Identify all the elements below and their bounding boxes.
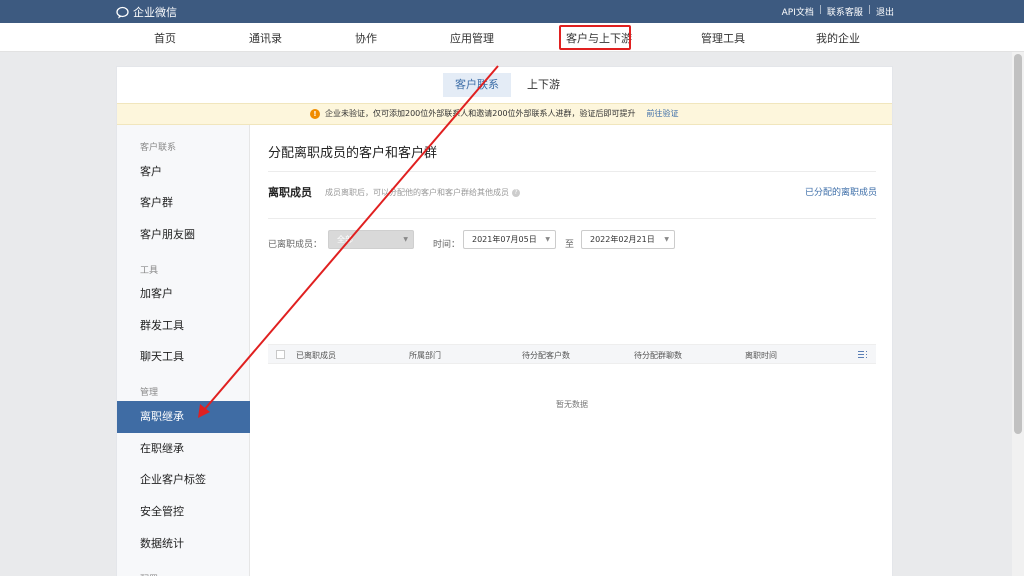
- start-date-picker[interactable]: 2021年07月05日 ▼: [463, 230, 556, 249]
- sidebar-item-moments[interactable]: 客户朋友圈: [117, 220, 250, 250]
- sidebar-item-customers[interactable]: 客户: [117, 157, 250, 187]
- section-description: 成员离职后，可以分配他的客户和客户群给其他成员 ?: [325, 187, 520, 198]
- brand[interactable]: 企业微信: [116, 4, 177, 20]
- chevron-down-icon: ▼: [403, 236, 408, 243]
- section-title: 离职成员: [268, 186, 312, 199]
- col-resign-time: 离职时间: [745, 351, 777, 360]
- top-links: API文档 | 联系客服 | 退出: [782, 5, 894, 18]
- divider: |: [867, 5, 871, 15]
- main-nav: 首页 通讯录 协作 应用管理 客户与上下游 管理工具 我的企业: [0, 23, 1024, 52]
- start-date-value: 2021年07月05日: [472, 235, 537, 244]
- to-label: 至: [565, 240, 575, 250]
- select-all-checkbox[interactable]: [276, 350, 285, 359]
- wecom-logo-icon: [116, 6, 129, 18]
- nav-my-enterprise[interactable]: 我的企业: [816, 30, 860, 46]
- logout-link[interactable]: 退出: [876, 5, 894, 18]
- verify-link[interactable]: 前往验证: [647, 104, 679, 124]
- section-desc-text: 成员离职后，可以分配他的客户和客户群给其他成员: [325, 188, 509, 197]
- sidebar-item-add-customer[interactable]: 加客户: [117, 279, 250, 309]
- time-filter-label: 时间：: [433, 240, 461, 250]
- member-select-value: 全部: [337, 235, 353, 244]
- chevron-down-icon: ▼: [664, 236, 669, 243]
- member-filter-label: 已离职成员：: [268, 240, 323, 250]
- nav-home[interactable]: 首页: [154, 30, 176, 46]
- sidebar-item-onjob-inheritance[interactable]: 在职继承: [117, 434, 250, 464]
- member-select[interactable]: 全部 ▼: [328, 230, 414, 249]
- nav-app-management[interactable]: 应用管理: [450, 30, 494, 46]
- sidebar-group-customer-contact: 客户联系: [140, 143, 177, 153]
- sidebar-item-customer-tags[interactable]: 企业客户标签: [117, 465, 250, 495]
- sidebar-group-tools: 工具: [140, 266, 159, 276]
- end-date-value: 2022年02月21日: [590, 235, 655, 244]
- tab-bar: 客户联系 上下游: [117, 67, 892, 104]
- col-pending-customers: 待分配客户数: [522, 351, 570, 360]
- chevron-down-icon: ▼: [545, 236, 550, 243]
- end-date-picker[interactable]: 2022年02月21日 ▼: [581, 230, 675, 249]
- tab-upstream-downstream[interactable]: 上下游: [515, 73, 572, 97]
- divider: [268, 171, 876, 172]
- assigned-members-link[interactable]: 已分配的离职成员: [805, 185, 877, 198]
- sidebar-item-broadcast[interactable]: 群发工具: [117, 311, 250, 341]
- empty-state: 暂无数据: [556, 400, 588, 409]
- top-bar: 企业微信 API文档 | 联系客服 | 退出: [0, 0, 1024, 23]
- sidebar-group-config: 配置: [140, 572, 158, 576]
- sidebar: 客户联系 客户 客户群 客户朋友圈 工具 加客户 群发工具 聊天工具 管理 离职…: [117, 125, 250, 576]
- highlight-box: [559, 25, 631, 50]
- nav-collaboration[interactable]: 协作: [355, 30, 377, 46]
- col-resigned-member: 已离职成员: [296, 351, 336, 360]
- tab-customer-contact[interactable]: 客户联系: [443, 73, 511, 97]
- sidebar-item-statistics[interactable]: 数据统计: [117, 529, 250, 559]
- contact-support-link[interactable]: 联系客服: [827, 5, 863, 18]
- verification-notice: ! 企业未验证，仅可添加200位外部联系人和邀请200位外部联系人进群，验证后即…: [117, 103, 892, 125]
- divider: [268, 218, 876, 219]
- sidebar-group-management: 管理: [140, 388, 159, 398]
- sidebar-item-customer-groups[interactable]: 客户群: [117, 188, 250, 218]
- col-pending-groups: 待分配群聊数: [634, 351, 682, 360]
- nav-management-tools[interactable]: 管理工具: [701, 30, 745, 46]
- col-department: 所属部门: [409, 351, 441, 360]
- main-card: 客户联系 上下游 ! 企业未验证，仅可添加200位外部联系人和邀请200位外部联…: [116, 66, 893, 576]
- table-header: 已离职成员 所属部门 待分配客户数 待分配群聊数 离职时间: [268, 344, 876, 364]
- scrollbar-thumb[interactable]: [1014, 54, 1022, 434]
- content-area: 分配离职成员的客户和客户群 离职成员 成员离职后，可以分配他的客户和客户群给其他…: [250, 125, 894, 576]
- notice-text: 企业未验证，仅可添加200位外部联系人和邀请200位外部联系人进群，验证后即可提…: [325, 109, 636, 118]
- divider: |: [818, 5, 822, 15]
- warning-icon: !: [310, 109, 320, 119]
- page-title: 分配离职成员的客户和客户群: [268, 146, 438, 161]
- nav-contacts[interactable]: 通讯录: [249, 30, 282, 46]
- scrollbar[interactable]: [1012, 52, 1024, 576]
- api-docs-link[interactable]: API文档: [782, 5, 814, 18]
- brand-name: 企业微信: [133, 6, 177, 19]
- sidebar-item-chat-tools[interactable]: 聊天工具: [117, 342, 250, 372]
- help-icon[interactable]: ?: [512, 188, 520, 197]
- column-settings-icon[interactable]: [858, 350, 868, 359]
- sidebar-item-security[interactable]: 安全管控: [117, 497, 250, 527]
- sidebar-item-resigned-inheritance[interactable]: 离职继承: [117, 401, 250, 433]
